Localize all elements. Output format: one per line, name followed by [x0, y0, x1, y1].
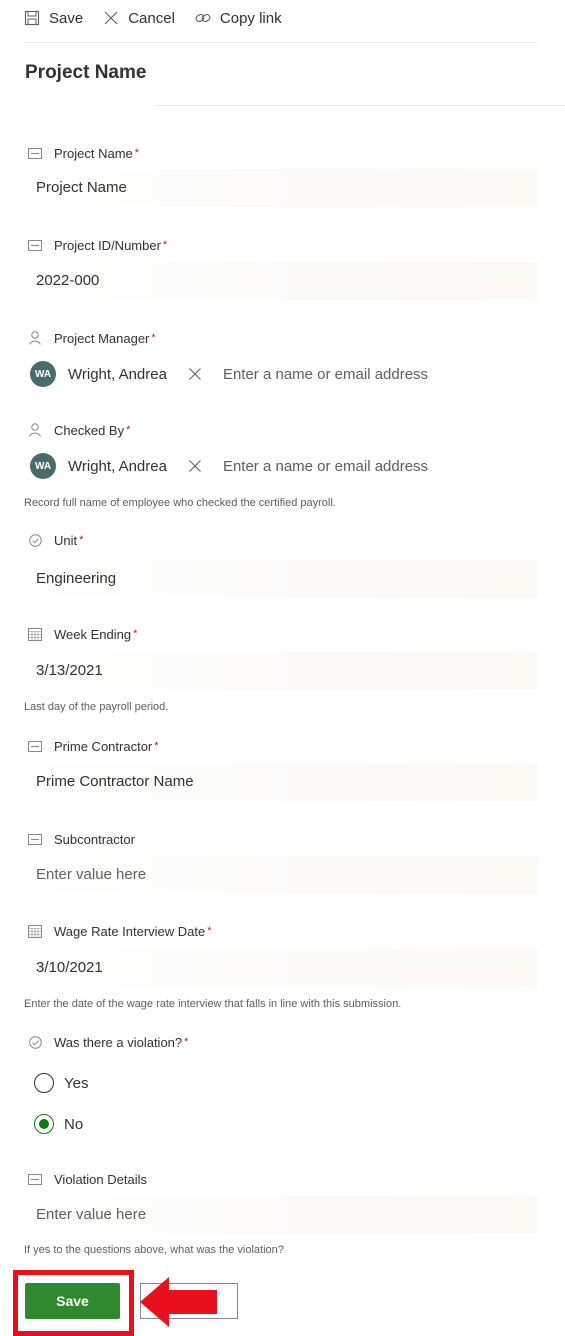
text-field-icon: [28, 238, 42, 252]
required-marker: *: [151, 332, 156, 344]
required-marker: *: [154, 740, 159, 752]
field-prime-contractor: Prime Contractor * Prime Contractor Name: [24, 737, 544, 801]
required-marker: *: [79, 534, 84, 546]
text-field-icon: [28, 1172, 42, 1186]
people-search-input[interactable]: Enter a name or email address: [223, 458, 428, 475]
field-project-name: Project Name * Project Name: [24, 144, 544, 207]
person-icon: [28, 331, 42, 345]
field-label: Violation Details: [24, 1170, 544, 1188]
week-ending-date-picker[interactable]: 3/13/2021: [24, 652, 538, 690]
field-label: Unit *: [24, 531, 544, 549]
close-icon: [103, 10, 119, 26]
radio-button[interactable]: [34, 1073, 54, 1093]
radio-option-yes[interactable]: Yes: [34, 1071, 88, 1095]
prime-contractor-input[interactable]: Prime Contractor Name: [24, 763, 538, 801]
radio-selected-dot: [39, 1119, 49, 1129]
field-unit: Unit * Engineering: [24, 531, 544, 598]
field-label: Project Name *: [24, 144, 544, 162]
text-field-icon: [28, 146, 42, 160]
field-label: Was there a violation? *: [24, 1033, 544, 1051]
command-bar: Save Cancel Copy link: [24, 6, 302, 30]
field-subcontractor: Subcontractor Enter value here: [24, 830, 544, 894]
field-label: Subcontractor: [24, 830, 544, 848]
field-label: Prime Contractor *: [24, 737, 544, 755]
required-marker: *: [184, 1036, 189, 1048]
toolbar-cancel-button[interactable]: Cancel: [103, 10, 175, 27]
field-wage-rate-interview-date: Wage Rate Interview Date * 3/10/2021 Ente…: [24, 922, 544, 1010]
required-marker: *: [133, 628, 138, 640]
radio-option-no[interactable]: No: [34, 1112, 83, 1136]
radio-label: Yes: [64, 1074, 89, 1092]
radio-button[interactable]: [34, 1114, 54, 1134]
calendar-icon: [28, 924, 42, 938]
link-icon: [195, 10, 211, 26]
choice-icon: [28, 533, 42, 547]
toolbar-save-label: Save: [49, 9, 84, 27]
field-week-ending: Week Ending * 3/13/2021 Last day of the p…: [24, 625, 544, 713]
required-marker: *: [134, 147, 140, 159]
field-label: Checked By *: [24, 421, 544, 439]
field-label: Project ID/Number *: [24, 236, 544, 254]
help-text: Record full name of employee who checked…: [24, 497, 336, 509]
toolbar-copy-link-label: Copy link: [219, 9, 282, 27]
project-name-input[interactable]: Project Name: [24, 169, 538, 207]
page-title: Project Name: [25, 62, 147, 83]
person-name: Wright, Andrea: [68, 457, 167, 475]
toolbar-copy-link-button[interactable]: Copy link: [195, 10, 282, 27]
required-marker: *: [126, 424, 131, 436]
choice-icon: [28, 1035, 42, 1049]
arrow-left-icon: [140, 1277, 217, 1327]
text-field-icon: [28, 832, 42, 846]
field-label: Wage Rate Interview Date *: [24, 922, 544, 940]
project-id-input[interactable]: 2022-000: [24, 262, 538, 300]
remove-person-button[interactable]: [187, 366, 203, 382]
toolbar-divider: [24, 42, 538, 43]
subcontractor-input[interactable]: Enter value here: [24, 856, 538, 894]
calendar-icon: [28, 627, 42, 641]
field-label: Project Manager *: [24, 329, 544, 347]
close-icon: [189, 460, 201, 472]
required-marker: *: [207, 925, 212, 937]
required-marker: *: [162, 239, 168, 251]
person-icon: [28, 423, 42, 437]
field-project-manager: Project Manager * WA Wright, Andrea Enter…: [24, 329, 544, 387]
toolbar-cancel-label: Cancel: [128, 9, 175, 27]
project-manager-picker[interactable]: WA Wright, Andrea Enter a name or email …: [30, 360, 428, 388]
text-field-icon: [28, 739, 42, 753]
people-search-input[interactable]: Enter a name or email address: [223, 366, 428, 383]
wage-rate-interview-date-picker[interactable]: 3/10/2021: [24, 949, 538, 987]
radio-label: No: [64, 1115, 84, 1133]
title-divider: [155, 105, 565, 106]
help-text: Enter the date of the wage rate intervie…: [24, 998, 402, 1010]
toolbar-save-button[interactable]: Save: [24, 10, 83, 27]
field-project-id: Project ID/Number * 2022-000: [24, 236, 544, 300]
help-text: Last day of the payroll period.: [24, 701, 169, 713]
help-text: If yes to the questions above, what was …: [24, 1244, 284, 1256]
close-icon: [189, 368, 201, 380]
person-name: Wright, Andrea: [68, 365, 167, 383]
unit-dropdown[interactable]: Engineering: [24, 560, 538, 598]
field-checked-by: Checked By * WA Wright, Andrea Enter a na…: [24, 421, 544, 510]
avatar: WA: [30, 453, 56, 479]
remove-person-button[interactable]: [187, 458, 203, 474]
checked-by-picker[interactable]: WA Wright, Andrea Enter a name or email …: [30, 452, 428, 480]
field-violation-details: Violation Details Enter value here If ye…: [24, 1170, 544, 1256]
save-icon: [24, 10, 40, 26]
save-button[interactable]: Save: [25, 1283, 120, 1319]
avatar: WA: [30, 361, 56, 387]
field-label: Week Ending *: [24, 625, 544, 643]
field-violation: Was there a violation? * Yes No: [24, 1033, 544, 1134]
violation-details-input[interactable]: Enter value here: [24, 1196, 538, 1234]
